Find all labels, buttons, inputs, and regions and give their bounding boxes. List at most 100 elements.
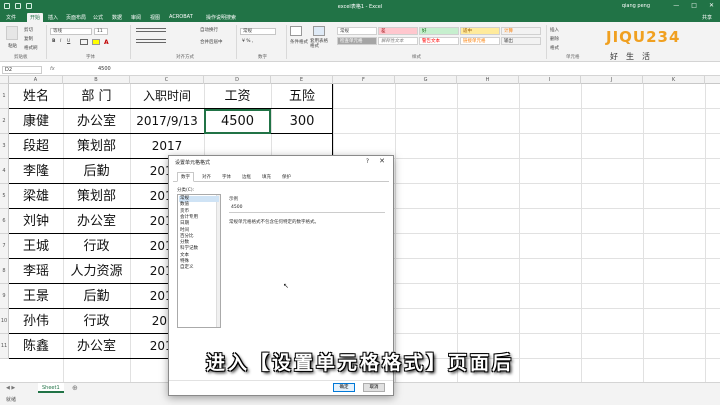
close-button[interactable]: ✕ <box>709 2 714 9</box>
format-as-table-icon[interactable] <box>313 26 325 36</box>
row-header[interactable]: 4 <box>0 159 9 184</box>
style-calculation[interactable]: 计算 <box>501 27 541 35</box>
column-header[interactable]: B <box>63 76 130 84</box>
category-item[interactable]: 自定义 <box>179 265 219 271</box>
tab-number[interactable]: 数字 <box>177 172 194 182</box>
conditional-format-button[interactable]: 条件格式 <box>290 39 308 45</box>
currency-icon[interactable]: ¥ % , <box>242 39 253 44</box>
paste-button[interactable]: 粘贴 <box>8 43 17 49</box>
fill-color-icon[interactable] <box>92 39 100 45</box>
column-header[interactable]: D <box>204 76 271 84</box>
minimize-button[interactable]: — <box>673 2 679 9</box>
style-bad[interactable]: 差 <box>378 27 418 35</box>
tab-file[interactable]: 文件 <box>6 14 16 21</box>
tab-data[interactable]: 数据 <box>112 14 122 21</box>
category-item[interactable]: 日期 <box>179 221 219 227</box>
italic-button[interactable]: I <box>60 39 61 44</box>
border-icon[interactable] <box>80 39 88 45</box>
category-item[interactable]: 会计专用 <box>179 215 219 221</box>
font-size-select[interactable]: 11 <box>94 28 108 35</box>
select-all-corner[interactable] <box>0 76 9 84</box>
style-good[interactable]: 好 <box>419 27 459 35</box>
style-explanatory[interactable]: 解释性文本 <box>378 37 418 45</box>
category-item[interactable]: 科学记数 <box>179 246 219 252</box>
add-sheet-icon[interactable]: ⊕ <box>72 384 78 392</box>
font-color-icon[interactable]: A <box>104 39 109 46</box>
cut-button[interactable]: 剪切 <box>24 27 33 33</box>
help-button[interactable]: ? <box>366 158 369 165</box>
tab-home[interactable]: 开始 <box>27 13 44 22</box>
category-list[interactable]: 常规 数值 货币 会计专用 日期 时间 百分比 分数 科学记数 文本 特殊 自定义 <box>177 194 221 328</box>
row-header[interactable]: 5 <box>0 184 9 209</box>
tab-alignment[interactable]: 对齐 <box>199 173 214 181</box>
delete-cells-button[interactable]: 删除 <box>550 36 559 42</box>
style-check-cell[interactable]: 检查单元格 <box>337 37 377 45</box>
category-item[interactable]: 数值 <box>179 202 219 208</box>
share-button[interactable]: 共享 <box>702 14 712 21</box>
tab-view[interactable]: 视图 <box>150 14 160 21</box>
format-painter-button[interactable]: 格式刷 <box>24 45 38 51</box>
align-center-icon[interactable] <box>136 39 166 43</box>
cancel-button[interactable]: 取消 <box>363 383 385 392</box>
row-header[interactable]: 2 <box>0 109 9 134</box>
category-item[interactable]: 货币 <box>179 209 219 215</box>
row-header[interactable]: 7 <box>0 234 9 259</box>
wrap-text-button[interactable]: 自动换行 <box>200 27 218 33</box>
row-header[interactable]: 9 <box>0 284 9 309</box>
maximize-button[interactable]: □ <box>691 2 697 9</box>
style-warning[interactable]: 警告文本 <box>419 37 459 45</box>
tab-page-layout[interactable]: 页面布局 <box>66 14 86 21</box>
style-normal[interactable]: 常规 <box>337 27 377 35</box>
column-header[interactable]: L <box>705 76 720 84</box>
sheet-tab[interactable]: Sheet1 <box>38 383 64 393</box>
name-box[interactable]: D2 <box>2 66 42 74</box>
category-item[interactable]: 百分比 <box>179 234 219 240</box>
conditional-format-icon[interactable] <box>290 26 302 36</box>
bold-button[interactable]: B <box>52 39 55 44</box>
paste-icon[interactable] <box>6 26 18 40</box>
column-header[interactable]: G <box>395 76 457 84</box>
tab-formulas[interactable]: 公式 <box>93 14 103 21</box>
copy-button[interactable]: 复制 <box>24 36 33 42</box>
user-name[interactable]: qiang peng <box>622 3 650 9</box>
column-header[interactable]: K <box>643 76 705 84</box>
merge-center-button[interactable]: 合并后居中 <box>200 39 223 45</box>
style-linked-cell[interactable]: 链接单元格 <box>460 37 500 45</box>
row-header[interactable]: 6 <box>0 209 9 234</box>
tell-me-search[interactable]: 操作说明搜索 <box>206 14 236 21</box>
row-header[interactable]: 10 <box>0 309 9 334</box>
column-header[interactable]: C <box>130 76 204 84</box>
column-header[interactable]: A <box>9 76 63 84</box>
tab-border[interactable]: 边框 <box>239 173 254 181</box>
formula-input[interactable]: 4500 <box>98 66 111 72</box>
column-header[interactable]: J <box>581 76 643 84</box>
category-item[interactable]: 文本 <box>179 253 219 259</box>
tab-protection[interactable]: 保护 <box>279 173 294 181</box>
dialog-close-button[interactable]: ✕ <box>379 157 385 165</box>
tab-font[interactable]: 字体 <box>219 173 234 181</box>
sheet-nav-icon[interactable]: ◀ ▶ <box>6 385 15 391</box>
format-cells-button[interactable]: 格式 <box>550 45 559 51</box>
row-header[interactable]: 8 <box>0 259 9 284</box>
tab-acrobat[interactable]: ACROBAT <box>169 14 193 20</box>
style-output[interactable]: 输出 <box>501 37 541 45</box>
column-header[interactable]: I <box>519 76 581 84</box>
column-header[interactable]: H <box>457 76 519 84</box>
column-header[interactable]: E <box>271 76 333 84</box>
row-header[interactable]: 3 <box>0 134 9 159</box>
ok-button[interactable]: 确定 <box>333 383 355 392</box>
insert-cells-button[interactable]: 插入 <box>550 27 559 33</box>
column-header[interactable]: F <box>333 76 395 84</box>
tab-fill[interactable]: 填充 <box>259 173 274 181</box>
row-header[interactable]: 1 <box>0 84 9 109</box>
font-name-select[interactable]: 等线 <box>50 28 92 35</box>
tab-insert[interactable]: 插入 <box>48 14 58 21</box>
category-item[interactable]: 时间 <box>179 228 219 234</box>
fx-icon[interactable]: fx <box>50 66 55 72</box>
underline-button[interactable]: U <box>67 39 70 44</box>
format-as-table-button[interactable]: 套用表格格式 <box>310 39 332 49</box>
style-neutral[interactable]: 适中 <box>460 27 500 35</box>
align-top-icon[interactable] <box>136 28 166 32</box>
tab-review[interactable]: 审阅 <box>131 14 141 21</box>
number-format-select[interactable]: 常规 <box>240 28 276 35</box>
